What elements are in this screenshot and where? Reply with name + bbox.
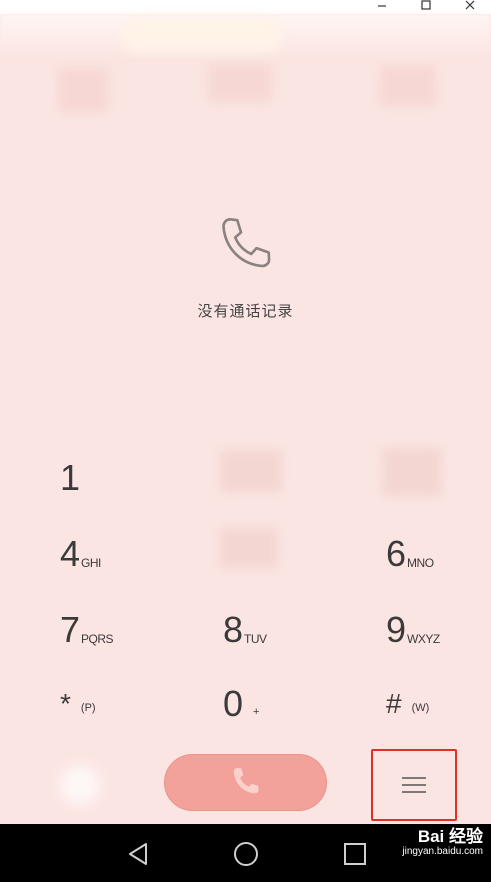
maximize-icon[interactable] (419, 0, 433, 12)
key-hash[interactable]: # (W) (386, 690, 429, 718)
key-digit: 9 (386, 609, 407, 650)
window-titlebar (0, 0, 491, 14)
empty-state-text: 没有通话记录 (197, 303, 294, 320)
key-symbol: # (386, 688, 402, 719)
key-digit: 0 (223, 683, 244, 724)
key-sub: (W) (411, 702, 430, 714)
blurred-key[interactable] (383, 448, 441, 496)
key-digit: 7 (60, 609, 81, 650)
close-icon[interactable] (463, 0, 477, 12)
key-4[interactable]: 4 GHI (60, 536, 101, 572)
blurred-key[interactable] (220, 528, 278, 568)
key-letters: WXYZ (407, 632, 440, 646)
key-sub: (P) (80, 702, 96, 714)
recents-square-icon[interactable] (341, 840, 369, 868)
key-digit: 1 (60, 457, 81, 498)
tab-bar-blur (122, 18, 282, 52)
watermark-url: jingyan.baidu.com (402, 846, 483, 857)
blurred-tab-icon[interactable] (58, 68, 108, 112)
key-letters: MNO (407, 556, 434, 570)
key-9[interactable]: 9 WXYZ (386, 612, 440, 648)
key-letters: TUV (244, 632, 267, 646)
blurred-tab-icon[interactable] (380, 66, 436, 106)
call-button[interactable] (164, 754, 327, 811)
watermark-title: Bai 经验 (417, 827, 483, 846)
blurred-key[interactable] (220, 450, 282, 492)
key-letters: PQRS (81, 632, 114, 646)
blurred-tab-icon[interactable] (208, 64, 272, 102)
key-sub: + (253, 706, 260, 718)
blurred-dialpad-toggle[interactable] (60, 765, 100, 805)
key-1[interactable]: 1 (60, 460, 80, 496)
menu-button[interactable] (371, 749, 457, 821)
key-digit: 4 (60, 533, 81, 574)
key-digit: 8 (223, 609, 244, 650)
key-8[interactable]: 8 TUV (223, 612, 267, 648)
window-controls (375, 0, 477, 12)
baidu-watermark: Bai 经验 jingyan.baidu.com (402, 828, 483, 858)
key-symbol: * (60, 688, 71, 719)
minimize-icon[interactable] (375, 0, 389, 12)
key-6[interactable]: 6 MNO (386, 536, 434, 572)
home-circle-icon[interactable] (232, 840, 260, 868)
hamburger-menu-icon (402, 777, 426, 793)
phone-outline-icon (211, 212, 281, 282)
key-digit: 6 (386, 533, 407, 574)
key-7[interactable]: 7 PQRS (60, 609, 114, 650)
phone-icon (233, 767, 259, 793)
back-triangle-icon[interactable] (124, 840, 152, 868)
key-star[interactable]: * (P) (60, 690, 96, 718)
key-letters: GHI (81, 556, 101, 570)
key-0[interactable]: 0 + (223, 686, 259, 722)
